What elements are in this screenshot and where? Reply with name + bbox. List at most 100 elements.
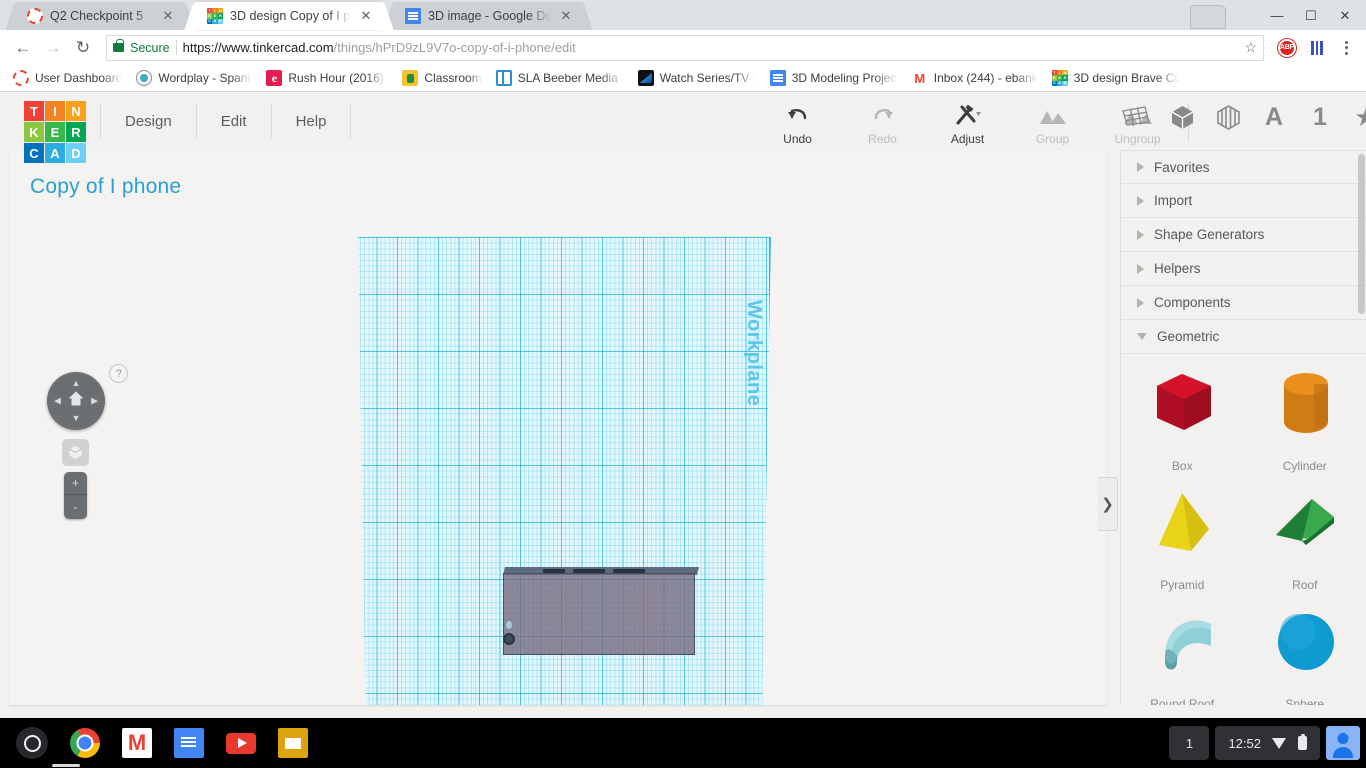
text-a-icon[interactable]: A xyxy=(1258,100,1290,134)
adjust-button[interactable]: Adjust xyxy=(925,98,1010,146)
category-components[interactable]: Components xyxy=(1121,286,1366,320)
bookmark-label: 3D design Brave Curo xyxy=(1074,71,1180,85)
menu-design[interactable]: Design xyxy=(100,104,197,138)
solid-box-icon[interactable] xyxy=(1166,100,1198,134)
logo-letter: I xyxy=(45,101,65,121)
abp-icon[interactable]: ABP xyxy=(1278,39,1296,57)
bookmark-item[interactable]: Watch Series/TV Sho xyxy=(631,68,763,88)
bookmark-item[interactable]: e Rush Hour (2016) Sea xyxy=(259,68,395,88)
workplane-icon[interactable] xyxy=(1120,100,1152,134)
bookmark-label: 3D Modeling Project 2 xyxy=(792,71,898,85)
status-area[interactable]: 12:52 xyxy=(1215,726,1320,760)
maximize-button[interactable]: ☐ xyxy=(1294,2,1328,28)
shape-item-box[interactable]: Box xyxy=(1121,364,1244,473)
gmail-icon[interactable]: M xyxy=(122,728,152,758)
shape-label: Cylinder xyxy=(1244,459,1366,473)
shape-item-sphere[interactable]: Sphere xyxy=(1244,602,1366,705)
user-avatar-icon[interactable] xyxy=(1326,726,1360,760)
shape-item-round-roof[interactable]: Round Roof xyxy=(1121,602,1244,705)
bookmark-item[interactable]: Classroom xyxy=(395,68,488,88)
chrome-icon[interactable] xyxy=(70,728,100,758)
category-label: Geometric xyxy=(1157,329,1219,344)
panel-scrollbar[interactable] xyxy=(1358,154,1365,314)
fit-to-view-button[interactable] xyxy=(62,439,89,466)
panel-collapse-handle[interactable]: ❯ xyxy=(1098,477,1118,531)
nav-right-icon[interactable]: ▶ xyxy=(91,397,98,406)
category-geometric[interactable]: Geometric xyxy=(1121,320,1366,354)
category-import[interactable]: Import xyxy=(1121,184,1366,218)
bookmark-star-icon[interactable]: ☆ xyxy=(1244,39,1257,56)
launcher-icon[interactable] xyxy=(16,727,48,759)
tinkercad-toolbar: T I N K E R C A D Design Edit Help xyxy=(0,92,1366,150)
home-icon[interactable] xyxy=(68,391,85,412)
view-navigation-wheel[interactable]: ▲ ▼ ◀ ▶ xyxy=(47,372,105,430)
browser-tab-1[interactable]: TIN KER CAD 3D design Copy of I phone ✕ xyxy=(196,2,382,30)
bookmark-item[interactable]: TIN KER CAD 3D design Brave Curo xyxy=(1045,68,1187,88)
browser-chrome: Q2 Checkpoint 5 ✕ TIN KER CAD 3D design … xyxy=(0,0,1366,92)
bookmark-item[interactable]: Wordplay - Spanish V xyxy=(129,68,259,88)
desk-indicator[interactable]: 1 xyxy=(1169,726,1209,760)
tool-label: Undo xyxy=(755,132,840,146)
equalizer-icon[interactable] xyxy=(1306,41,1328,55)
fit-to-view-icon xyxy=(68,445,83,460)
undo-button[interactable]: Undo xyxy=(755,98,840,146)
category-shape-generators[interactable]: Shape Generators xyxy=(1121,218,1366,252)
design-canvas[interactable]: Workplane Copy of I phone ▲ ▼ ◀ ▶ xyxy=(10,150,1107,705)
bookmark-item[interactable]: User Dashboard xyxy=(6,68,129,88)
redo-button[interactable]: Redo xyxy=(840,98,925,146)
menu-edit[interactable]: Edit xyxy=(197,104,272,138)
category-favorites[interactable]: Favorites xyxy=(1121,150,1366,184)
wordplay-icon xyxy=(136,70,152,86)
zoom-controls[interactable]: + - xyxy=(64,472,87,519)
google-docs-icon[interactable] xyxy=(174,728,204,758)
browser-tab-0[interactable]: Q2 Checkpoint 5 ✕ xyxy=(16,2,184,30)
shelf-app-list: M xyxy=(8,718,308,768)
chevron-right-icon xyxy=(1137,162,1144,172)
hole-box-icon[interactable] xyxy=(1212,100,1244,134)
browser-tab-2[interactable]: 3D image - Google Docs ✕ xyxy=(394,2,582,30)
category-helpers[interactable]: Helpers xyxy=(1121,252,1366,286)
zoom-in-button[interactable]: + xyxy=(64,472,87,495)
new-tab-button[interactable] xyxy=(1190,5,1226,29)
sla-icon xyxy=(496,70,512,86)
ring-icon xyxy=(13,70,29,86)
youtube-icon[interactable] xyxy=(226,733,256,754)
tab-close-icon[interactable]: ✕ xyxy=(558,8,574,24)
star-icon[interactable]: ★ xyxy=(1350,100,1366,134)
forward-button[interactable]: → xyxy=(38,33,68,63)
address-bar[interactable]: Secure https://www.tinkercad.com/things/… xyxy=(106,35,1264,61)
active-app-indicator xyxy=(52,764,80,767)
tinkercad-app: T I N K E R C A D Design Edit Help xyxy=(0,92,1366,718)
group-button[interactable]: Group xyxy=(1010,98,1095,146)
close-button[interactable]: ✕ xyxy=(1328,2,1362,28)
nav-down-icon[interactable]: ▼ xyxy=(72,414,81,423)
bookmark-label: SLA Beeber Media & D xyxy=(518,71,624,85)
bookmark-item[interactable]: SLA Beeber Media & D xyxy=(489,68,631,88)
tab-close-icon[interactable]: ✕ xyxy=(358,8,374,24)
tinkercad-logo[interactable]: T I N K E R C A D xyxy=(24,101,86,163)
menu-help[interactable]: Help xyxy=(272,104,352,138)
back-button[interactable]: ← xyxy=(8,33,38,63)
shape-item-pyramid[interactable]: Pyramid xyxy=(1121,483,1244,592)
bookmark-item[interactable]: M Inbox (244) - ebanks( xyxy=(905,68,1045,88)
nav-left-icon[interactable]: ◀ xyxy=(54,397,61,406)
shape-item-roof[interactable]: Roof xyxy=(1244,483,1366,592)
chevron-right-icon xyxy=(1137,230,1144,240)
reload-button[interactable]: ↻ xyxy=(68,33,98,63)
minimize-button[interactable]: — xyxy=(1260,2,1294,28)
bookmark-item[interactable]: 3D Modeling Project 2 xyxy=(763,68,905,88)
google-slides-icon[interactable] xyxy=(278,728,308,758)
number-one-icon[interactable]: 1 xyxy=(1304,100,1336,134)
zoom-out-button[interactable]: - xyxy=(64,495,87,518)
shape-item-cylinder[interactable]: Cylinder xyxy=(1244,364,1366,473)
shape-label: Roof xyxy=(1244,578,1366,592)
kebab-menu-icon[interactable] xyxy=(1334,41,1358,55)
rotate-handle[interactable] xyxy=(503,633,515,645)
nav-up-icon[interactable]: ▲ xyxy=(72,379,81,388)
tab-close-icon[interactable]: ✕ xyxy=(160,8,176,24)
tinkercad-icon: TIN KER CAD xyxy=(1052,70,1068,86)
design-title[interactable]: Copy of I phone xyxy=(30,175,181,199)
url-host: https://www.tinkercad.com xyxy=(183,40,334,55)
selected-shape-object[interactable] xyxy=(503,567,697,655)
help-icon[interactable]: ? xyxy=(109,364,128,383)
